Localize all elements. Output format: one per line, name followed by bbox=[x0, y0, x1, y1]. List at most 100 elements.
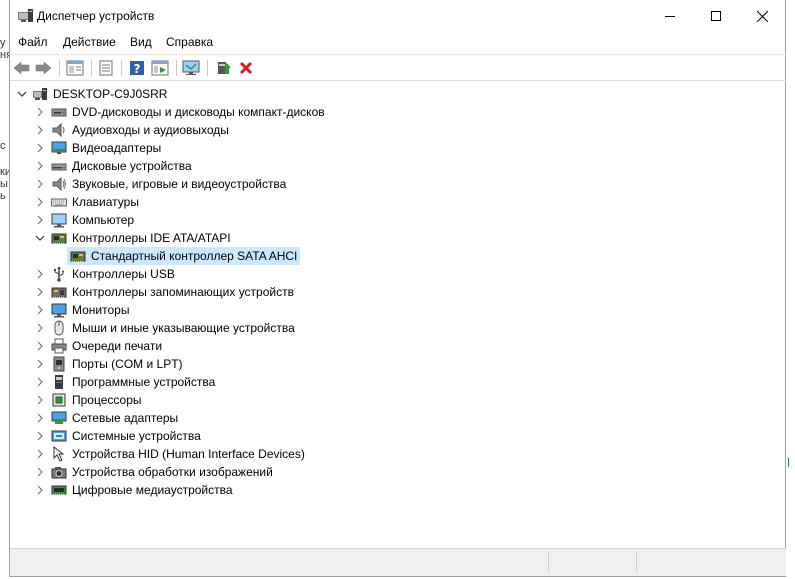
imaging-device-icon bbox=[51, 464, 67, 480]
chevron-down-icon[interactable] bbox=[35, 233, 45, 243]
status-bar bbox=[10, 548, 786, 576]
help-icon: ? bbox=[130, 61, 144, 76]
tree-category[interactable]: Программные устройства bbox=[10, 373, 786, 391]
tree-category[interactable]: Клавиатуры bbox=[10, 193, 786, 211]
tree-category[interactable]: Процессоры bbox=[10, 391, 786, 409]
tree-category[interactable]: Порты (COM и LPT) bbox=[10, 355, 786, 373]
menu-view[interactable]: Вид bbox=[129, 35, 153, 49]
chevron-right-icon[interactable] bbox=[35, 143, 45, 153]
tree-category[interactable]: Компьютер bbox=[10, 211, 786, 229]
tree-category[interactable]: DVD-дисководы и дисководы компакт-дисков bbox=[10, 103, 786, 121]
title-bar[interactable]: Диспетчер устройств bbox=[10, 0, 786, 32]
chevron-right-icon[interactable] bbox=[35, 287, 45, 297]
speaker-icon bbox=[51, 122, 67, 138]
tree-item-label: Контроллеры USB bbox=[72, 267, 175, 281]
toolbar-separator bbox=[59, 60, 60, 76]
tree-root[interactable]: DESKTOP-C9J0SRR bbox=[10, 85, 786, 103]
tree-item-label: Программные устройства bbox=[72, 375, 216, 389]
chevron-right-icon[interactable] bbox=[35, 125, 45, 135]
tree-category[interactable]: Видеоадаптеры bbox=[10, 139, 786, 157]
background-text: у bbox=[0, 37, 6, 49]
back-arrow-icon bbox=[13, 61, 30, 75]
uninstall-button[interactable] bbox=[236, 58, 256, 78]
background-link-mark bbox=[788, 458, 795, 467]
tree-category[interactable]: Контроллеры IDE ATA/ATAPI bbox=[10, 229, 786, 247]
menu-action[interactable]: Действие bbox=[62, 35, 117, 49]
tree-category[interactable]: Очереди печати bbox=[10, 337, 786, 355]
toolbar-separator bbox=[207, 60, 208, 76]
dvd-drive-icon bbox=[51, 104, 67, 120]
tree-category[interactable]: Устройства HID (Human Interface Devices) bbox=[10, 445, 786, 463]
tree-category[interactable]: Системные устройства bbox=[10, 427, 786, 445]
tree-category[interactable]: Сетевые адаптеры bbox=[10, 409, 786, 427]
chevron-right-icon[interactable] bbox=[35, 395, 45, 405]
chevron-right-icon[interactable] bbox=[35, 305, 45, 315]
tree-category[interactable]: Контроллеры запоминающих устройств bbox=[10, 283, 786, 301]
tree-category[interactable]: Аудиовходы и аудиовыходы bbox=[10, 121, 786, 139]
tree-category[interactable]: Контроллеры USB bbox=[10, 265, 786, 283]
menu-help[interactable]: Справка bbox=[165, 35, 214, 49]
status-section-3 bbox=[640, 553, 780, 571]
chevron-right-icon[interactable] bbox=[35, 269, 45, 279]
tree-device[interactable]: Стандартный контроллер SATA AHCI bbox=[10, 247, 786, 265]
chevron-right-icon[interactable] bbox=[35, 341, 45, 351]
chevron-down-icon[interactable] bbox=[17, 89, 27, 99]
storage-controller-icon bbox=[51, 284, 67, 300]
tree-item-label: Системные устройства bbox=[72, 429, 201, 443]
ide-controller-icon bbox=[51, 230, 67, 246]
network-adapter-icon bbox=[51, 410, 67, 426]
chevron-right-icon[interactable] bbox=[35, 197, 45, 207]
usb-icon bbox=[51, 266, 67, 282]
tree-category[interactable]: Мыши и иные указывающие устройства bbox=[10, 319, 786, 337]
chevron-right-icon[interactable] bbox=[35, 467, 45, 477]
view-button[interactable] bbox=[150, 58, 170, 78]
scan-hardware-button[interactable] bbox=[181, 58, 201, 78]
help-button[interactable]: ? bbox=[127, 58, 147, 78]
tree-item-label: Клавиатуры bbox=[72, 195, 139, 209]
forward-arrow-icon bbox=[35, 61, 52, 75]
chevron-right-icon[interactable] bbox=[35, 359, 45, 369]
maximize-button[interactable] bbox=[693, 0, 739, 32]
tree-category[interactable]: Дисковые устройства bbox=[10, 157, 786, 175]
tree-category[interactable]: Звуковые, игровые и видеоустройства bbox=[10, 175, 786, 193]
monitor-icon bbox=[182, 60, 200, 75]
minimize-button[interactable] bbox=[647, 0, 693, 32]
close-button[interactable] bbox=[739, 0, 785, 32]
chevron-right-icon[interactable] bbox=[35, 179, 45, 189]
chevron-right-icon[interactable] bbox=[35, 161, 45, 171]
device-manager-icon bbox=[17, 8, 35, 24]
chevron-right-icon[interactable] bbox=[35, 449, 45, 459]
details-icon bbox=[99, 60, 113, 76]
toolbar-separator bbox=[91, 60, 92, 76]
tree-item-label: Аудиовходы и аудиовыходы bbox=[72, 123, 229, 137]
chevron-right-icon[interactable] bbox=[35, 107, 45, 117]
chevron-right-icon[interactable] bbox=[35, 323, 45, 333]
forward-button[interactable] bbox=[33, 58, 53, 78]
uninstall-icon bbox=[239, 61, 253, 75]
menu-file[interactable]: Файл bbox=[17, 35, 49, 49]
properties-icon bbox=[66, 60, 84, 76]
view-icon bbox=[151, 60, 169, 76]
chevron-right-icon[interactable] bbox=[35, 377, 45, 387]
chevron-right-icon[interactable] bbox=[35, 413, 45, 423]
status-section-2 bbox=[552, 553, 632, 571]
chevron-right-icon[interactable] bbox=[35, 485, 45, 495]
toolbar-separator bbox=[121, 60, 122, 76]
background-text: с bbox=[0, 140, 6, 152]
printer-icon bbox=[51, 338, 67, 354]
display-adapter-icon bbox=[51, 140, 67, 156]
properties-button[interactable] bbox=[65, 58, 85, 78]
details-button[interactable] bbox=[96, 58, 116, 78]
svg-text:?: ? bbox=[134, 62, 141, 76]
tree-category[interactable]: Цифровые медиаустройства bbox=[10, 481, 786, 499]
device-manager-window: Диспетчер устройств Файл Действие Вид Сп… bbox=[9, 0, 786, 577]
tree-item-label: Контроллеры IDE ATA/ATAPI bbox=[72, 231, 231, 245]
tree-category[interactable]: Мониторы bbox=[10, 301, 786, 319]
back-button[interactable] bbox=[12, 58, 32, 78]
update-driver-button[interactable] bbox=[213, 58, 233, 78]
hid-icon bbox=[51, 445, 67, 462]
tree-item-label: Мониторы bbox=[72, 303, 130, 317]
chevron-right-icon[interactable] bbox=[35, 215, 45, 225]
chevron-right-icon[interactable] bbox=[35, 431, 45, 441]
tree-category[interactable]: Устройства обработки изображений bbox=[10, 463, 786, 481]
